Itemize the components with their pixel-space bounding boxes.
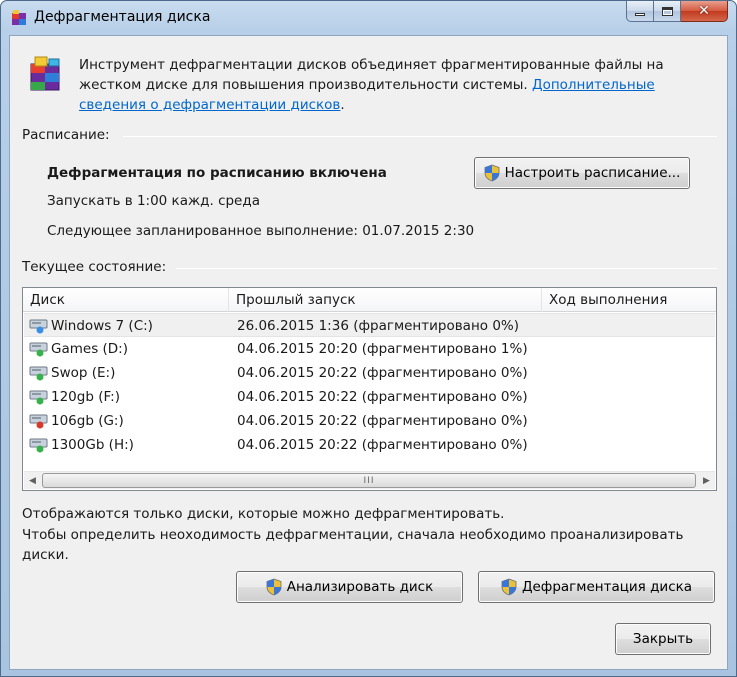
column-progress[interactable]: Ход выполнения [542,288,716,312]
defragment-disk-button[interactable]: Дефрагментация диска [478,571,715,603]
intro-period: . [340,97,345,113]
hard-drive-icon [29,319,48,334]
disk-name: Swop (E:) [51,365,116,381]
disk-row[interactable]: 106gb (G:) 04.06.2015 20:22 (фрагментиро… [24,409,715,433]
scroll-right-button[interactable]: ▶ [698,472,715,489]
title-bar[interactable]: Дефрагментация диска ✕ [1,1,736,35]
arrow-left-icon: ◀ [29,475,36,486]
arrow-right-icon: ▶ [703,475,710,486]
disk-last-run: 04.06.2015 20:22 (фрагментировано 0%) [237,365,528,381]
uac-shield-icon [484,164,500,182]
schedule-next-run: Следующее запланированное выполнение: 01… [47,223,475,239]
disk-name: 1300Gb (H:) [51,437,134,453]
disk-last-run: 04.06.2015 20:22 (фрагментировано 0%) [237,389,528,405]
analyze-disk-label: Анализировать диск [286,579,434,595]
window-controls: ✕ [626,1,728,22]
schedule-status: Дефрагментация по расписанию включена [47,165,387,181]
drive-status-dot [36,373,44,381]
scroll-left-button[interactable]: ◀ [24,472,41,489]
horizontal-scrollbar[interactable]: ◀ III ▶ [24,471,715,489]
uac-shield-icon [266,578,282,596]
dialog-content: Инструмент дефрагментации дисков объедин… [9,35,728,670]
uac-shield-icon [501,578,517,596]
disk-name: 120gb (F:) [51,389,120,405]
maximize-button[interactable] [654,1,681,22]
defrag-tool-icon [30,56,60,91]
disk-row[interactable]: Windows 7 (C:) 26.06.2015 1:36 (фрагмент… [24,313,715,337]
disk-row[interactable]: Games (D:) 04.06.2015 20:20 (фрагментиро… [24,337,715,361]
disk-row[interactable]: 120gb (F:) 04.06.2015 20:22 (фрагментиро… [24,385,715,409]
disk-last-run: 04.06.2015 20:20 (фрагментировано 1%) [237,341,528,357]
drive-status-dot [36,326,44,334]
defrag-window: Дефрагментация диска ✕ Инструмент дефраг… [0,0,737,677]
configure-schedule-label: Настроить расписание... [504,165,681,181]
notes-line2: Чтобы определить неоходимость дефрагмент… [22,527,684,563]
hard-drive-icon [29,366,48,381]
disk-last-run: 26.06.2015 1:36 (фрагментировано 0%) [237,318,520,334]
analyze-disk-button[interactable]: Анализировать диск [236,571,463,603]
disk-row[interactable]: 1300Gb (H:) 04.06.2015 20:22 (фрагментир… [24,433,715,457]
drive-status-dot [36,397,44,405]
notes-line1: Отображаются только диски, которые можно… [22,506,505,522]
defragment-disk-label: Дефрагментация диска [521,579,693,595]
intro-text: Инструмент дефрагментации дисков объедин… [79,55,719,115]
close-icon: ✕ [698,3,710,19]
disk-name: Games (D:) [51,341,128,357]
defrag-app-icon [12,10,26,25]
configure-schedule-button[interactable]: Настроить расписание... [474,157,690,189]
close-window-button[interactable]: ✕ [681,1,728,22]
disk-list[interactable]: Диск Прошлый запуск Ход выполнения Windo… [22,287,717,491]
schedule-divider [123,136,717,137]
drive-status-dot [36,445,44,453]
hard-drive-icon [29,414,48,429]
schedule-run-at: Запускать в 1:00 кажд. среда [47,193,260,209]
scroll-thumb[interactable]: III [42,473,696,488]
current-state-group-label: Текущее состояние: [22,259,167,275]
window-title: Дефрагментация диска [34,9,211,25]
maximize-icon [661,6,673,16]
schedule-group-label: Расписание: [22,127,110,143]
disk-last-run: 04.06.2015 20:22 (фрагментировано 0%) [237,437,528,453]
disk-list-header: Диск Прошлый запуск Ход выполнения [23,288,716,312]
drive-status-dot [36,349,44,357]
current-state-divider [176,268,717,269]
drive-status-dot [36,421,44,429]
disk-last-run: 04.06.2015 20:22 (фрагментировано 0%) [237,413,528,429]
hard-drive-icon [29,342,48,357]
disk-row[interactable]: Swop (E:) 04.06.2015 20:22 (фрагментиров… [24,361,715,385]
grip-icon: III [363,475,375,486]
close-button[interactable]: Закрыть [615,623,711,655]
disk-name: Windows 7 (C:) [51,318,153,334]
column-last-run[interactable]: Прошлый запуск [229,288,542,312]
hard-drive-icon [29,438,48,453]
minimize-button[interactable] [626,1,654,22]
minimize-icon [635,12,645,16]
column-disk[interactable]: Диск [23,288,229,312]
disk-name: 106gb (G:) [51,413,124,429]
hard-drive-icon [29,390,48,405]
